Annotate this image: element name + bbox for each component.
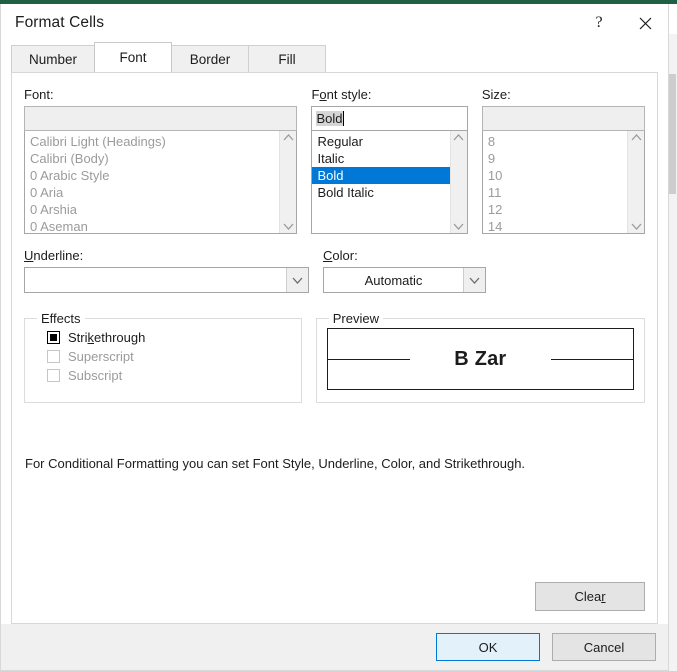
- chevron-down-icon[interactable]: [283, 223, 294, 230]
- list-item[interactable]: 11: [487, 184, 627, 201]
- chevron-down-icon[interactable]: [631, 223, 642, 230]
- color-label: Color:: [323, 248, 358, 263]
- list-item[interactable]: Calibri Light (Headings): [29, 133, 279, 150]
- list-item[interactable]: 0 Arshia: [29, 201, 279, 218]
- font-list-items: Calibri Light (Headings) Calibri (Body) …: [25, 131, 279, 233]
- top-fields-row: Font: Calibri Light (Headings) Calibri (…: [24, 87, 645, 234]
- underline-dropdown-arrow[interactable]: [286, 268, 308, 292]
- subscript-label: Subscript: [68, 368, 123, 383]
- titlebar-buttons: ?: [576, 4, 668, 42]
- clear-button-wrapper: Clea r: [535, 582, 645, 611]
- description-text: For Conditional Formatting you can set F…: [25, 456, 526, 471]
- chevron-down-icon: [292, 277, 303, 284]
- size-list[interactable]: 8 9 10 11 12 14: [481, 131, 645, 234]
- list-item[interactable]: Regular: [316, 133, 449, 150]
- size-label: Size:: [481, 87, 511, 102]
- close-icon: [639, 17, 651, 29]
- chevron-down-icon[interactable]: [453, 223, 464, 230]
- format-cells-dialog: Format Cells ? Number Font Border Fill F…: [0, 4, 669, 671]
- strikethrough-line-left: [327, 359, 410, 360]
- preview-group: Preview B Zar: [315, 311, 645, 403]
- list-item[interactable]: 8: [487, 133, 627, 150]
- tab-number[interactable]: Number: [11, 45, 96, 72]
- checkbox-icon-strikethrough[interactable]: [47, 331, 60, 344]
- list-item[interactable]: 0 Aseman: [29, 218, 279, 233]
- subscript-checkbox-row: Subscript: [47, 368, 291, 383]
- tabstrip: Number Font Border Fill: [11, 42, 327, 72]
- strikethrough-checkbox-row[interactable]: Strikethrough: [47, 330, 291, 345]
- preview-legend: Preview: [332, 311, 379, 326]
- effects-group: Effects Strikethrough Superscript Subscr…: [24, 311, 302, 403]
- close-button[interactable]: [622, 4, 668, 42]
- font-style-group: Font style: Bold Regular Italic Bold Bol…: [311, 87, 468, 234]
- underline-value: [25, 268, 286, 292]
- font-list[interactable]: Calibri Light (Headings) Calibri (Body) …: [24, 131, 298, 234]
- size-list-scrollbar[interactable]: [627, 131, 644, 233]
- dialog-footer: OK Cancel: [1, 624, 668, 670]
- chevron-up-icon[interactable]: [283, 134, 294, 141]
- ok-button[interactable]: OK: [436, 633, 540, 661]
- color-value: Automatic: [364, 272, 423, 288]
- superscript-checkbox-row: Superscript: [47, 349, 291, 364]
- list-item[interactable]: 9: [487, 150, 627, 167]
- font-style-list[interactable]: Regular Italic Bold Bold Italic: [311, 131, 468, 234]
- list-item[interactable]: 14: [487, 218, 627, 233]
- list-item[interactable]: 0 Arabic Style: [29, 167, 279, 184]
- list-item-selected[interactable]: Bold: [312, 167, 450, 184]
- font-list-scrollbar[interactable]: [279, 131, 297, 233]
- checkbox-icon-superscript: [47, 350, 60, 363]
- color-dropdown-arrow[interactable]: [463, 268, 485, 292]
- size-group: Size: 8 9 10 11 12 14: [481, 87, 645, 234]
- font-tab-panel: Font: Calibri Light (Headings) Calibri (…: [11, 72, 658, 624]
- font-style-list-items: Regular Italic Bold Bold Italic: [312, 131, 450, 233]
- tab-font[interactable]: Font: [94, 42, 173, 72]
- size-input[interactable]: [481, 106, 645, 131]
- font-group: Font: Calibri Light (Headings) Calibri (…: [24, 87, 298, 234]
- tab-fill[interactable]: Fill: [248, 45, 327, 72]
- underline-color-row: Underline: Color: Automatic: [24, 248, 645, 293]
- tab-number-label: Number: [29, 51, 78, 67]
- color-group: Color: Automatic: [323, 248, 486, 293]
- font-style-input[interactable]: Bold: [311, 106, 468, 131]
- size-list-items: 8 9 10 11 12 14: [483, 131, 627, 233]
- strikethrough-line-right: [551, 359, 633, 360]
- color-dropdown[interactable]: Automatic: [323, 267, 486, 293]
- font-style-label: Font style:: [311, 87, 372, 102]
- tabstrip-container: Number Font Border Fill: [1, 42, 668, 72]
- list-item[interactable]: 0 Aria: [29, 184, 279, 201]
- list-item[interactable]: Calibri (Body): [29, 150, 279, 167]
- checkbox-icon-subscript: [47, 369, 60, 382]
- clear-button[interactable]: Clea r: [535, 582, 645, 611]
- dialog-titlebar[interactable]: Format Cells ?: [1, 4, 668, 42]
- underline-dropdown[interactable]: [24, 267, 309, 293]
- tab-border-label: Border: [189, 51, 231, 67]
- strikethrough-label: Strikethrough: [68, 330, 146, 345]
- tab-border[interactable]: Border: [171, 45, 250, 72]
- text-caret: [342, 111, 344, 126]
- tab-fill-label: Fill: [278, 51, 296, 67]
- font-name-input[interactable]: [24, 106, 298, 131]
- list-item[interactable]: Italic: [316, 150, 449, 167]
- effects-preview-row: Effects Strikethrough Superscript Subscr…: [24, 311, 645, 403]
- font-style-list-scrollbar[interactable]: [449, 131, 467, 233]
- underline-label: Underline:: [24, 248, 84, 263]
- chevron-down-icon: [469, 277, 480, 284]
- list-item[interactable]: 10: [487, 167, 627, 184]
- effects-legend: Effects: [41, 311, 81, 326]
- preview-sample-text: B Zar: [454, 347, 507, 370]
- preview-box: B Zar: [326, 328, 634, 390]
- font-label: Font:: [24, 87, 54, 102]
- dialog-title: Format Cells: [15, 14, 105, 31]
- chevron-up-icon[interactable]: [453, 134, 464, 141]
- help-button[interactable]: ?: [576, 4, 622, 42]
- underline-group: Underline:: [24, 248, 309, 293]
- chevron-up-icon[interactable]: [631, 134, 642, 141]
- font-style-input-value: Bold: [316, 111, 343, 126]
- question-mark-icon: ?: [595, 14, 603, 31]
- list-item[interactable]: 12: [487, 201, 627, 218]
- list-item[interactable]: Bold Italic: [316, 184, 449, 201]
- tab-font-label: Font: [119, 50, 147, 65]
- cancel-button[interactable]: Cancel: [552, 633, 656, 661]
- superscript-label: Superscript: [68, 349, 134, 364]
